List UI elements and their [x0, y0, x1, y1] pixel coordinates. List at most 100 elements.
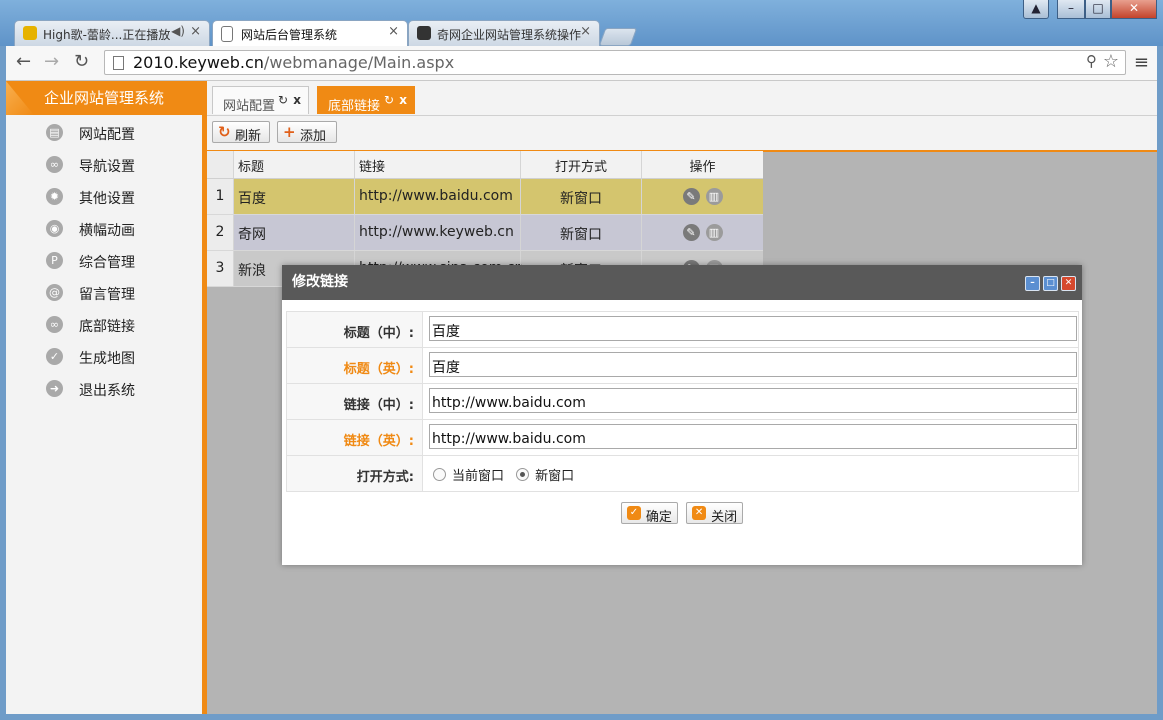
- sidebar-item-label: 其他设置: [79, 191, 135, 207]
- edit-link-dialog: 修改链接 – □ ✕ 标题（中）: 标题（英）: 链接（中）: 链接（英）:: [282, 265, 1082, 565]
- tab-close-icon[interactable]: ×: [580, 24, 591, 39]
- sidebar-item-label: 导航设置: [79, 159, 135, 175]
- sidebar-item-logout[interactable]: ➜ 退出系统: [6, 373, 202, 405]
- link-icon: ∞: [46, 316, 63, 333]
- site-icon: [417, 26, 431, 40]
- row-open-mode: 新窗口: [520, 179, 641, 214]
- open-mode-label: 打开方式:: [287, 456, 423, 491]
- tab-close-icon[interactable]: ×: [388, 24, 399, 39]
- form-row-title-cn: 标题（中）:: [287, 312, 1078, 348]
- col-open-mode[interactable]: 打开方式: [520, 151, 641, 178]
- ok-label: 确定: [645, 510, 672, 525]
- user-icon[interactable]: ▲: [1023, 0, 1049, 19]
- sidebar-item-banner[interactable]: ◉ 横幅动画: [6, 213, 202, 245]
- reload-icon[interactable]: ↻: [74, 51, 89, 72]
- sidebar-item-other-settings[interactable]: ✹ 其他设置: [6, 181, 202, 213]
- close-tab-icon[interactable]: x: [293, 93, 301, 107]
- col-link[interactable]: 链接: [354, 151, 520, 178]
- edit-icon[interactable]: ✎: [682, 224, 700, 241]
- radio-current-window-label[interactable]: 当前窗口: [452, 469, 504, 484]
- link-en-input[interactable]: [429, 424, 1077, 449]
- sidebar-item-nav-settings[interactable]: ∞ 导航设置: [6, 149, 202, 181]
- title-en-label: 标题（英）:: [287, 348, 423, 383]
- admin-page: 企业网站管理系统 ▤ 网站配置 ∞ 导航设置 ✹ 其他设置 ◉ 横幅动画 P 综…: [6, 81, 1157, 714]
- grid-toolbar: ↻ 刷新 + 添加: [207, 116, 1157, 152]
- radio-new-window-label[interactable]: 新窗口: [535, 469, 574, 484]
- tab-label: High歌-蕾龄...正在播放: [43, 28, 171, 42]
- refresh-label: 刷新: [235, 129, 262, 144]
- close-button[interactable]: ✕ 关闭: [686, 502, 744, 525]
- close-tab-icon[interactable]: x: [399, 93, 407, 107]
- new-tab-button[interactable]: [598, 28, 638, 46]
- row-actions: ✎▥: [641, 179, 763, 214]
- sidebar-item-site-config[interactable]: ▤ 网站配置: [6, 117, 202, 149]
- browser-tab-help[interactable]: 奇网企业网站管理系统操作 ×: [408, 20, 600, 46]
- tab-close-icon[interactable]: ×: [190, 24, 201, 39]
- edit-icon[interactable]: ✎: [682, 188, 700, 205]
- browser-toolbar: ← → ↻ 2010.keyweb.cn/webmanage/Main.aspx…: [6, 46, 1157, 81]
- form-row-link-cn: 链接（中）:: [287, 384, 1078, 420]
- gear-icon: ✹: [46, 188, 63, 205]
- close-window-button[interactable]: ✕: [1111, 0, 1157, 19]
- sidebar-item-general[interactable]: P 综合管理: [6, 245, 202, 277]
- config-icon: ▤: [46, 124, 63, 141]
- dialog-header[interactable]: 修改链接 – □ ✕: [282, 265, 1082, 300]
- camera-icon: ◉: [46, 220, 63, 237]
- link-cn-label: 链接（中）:: [287, 384, 423, 419]
- refresh-icon: ↻: [218, 123, 231, 141]
- plus-icon: +: [283, 123, 296, 141]
- sidebar-item-label: 底部链接: [79, 319, 135, 335]
- sidebar-item-sitemap[interactable]: ✓ 生成地图: [6, 341, 202, 373]
- back-icon[interactable]: ←: [16, 51, 31, 72]
- minimize-button[interactable]: –: [1057, 0, 1085, 19]
- browser-tab-music[interactable]: High歌-蕾龄...正在播放 ◀) ×: [14, 20, 210, 46]
- title-cn-label: 标题（中）:: [287, 312, 423, 347]
- row-link: http://www.keyweb.cn: [354, 215, 520, 250]
- refresh-tab-icon[interactable]: ↻: [278, 93, 288, 107]
- sidebar-item-footer-links[interactable]: ∞ 底部链接: [6, 309, 202, 341]
- delete-icon[interactable]: ▥: [705, 224, 723, 241]
- dialog-title: 修改链接: [292, 274, 348, 290]
- refresh-button[interactable]: ↻ 刷新: [212, 121, 270, 144]
- radio-current-window[interactable]: [433, 468, 446, 481]
- dialog-maximize-button[interactable]: □: [1043, 276, 1058, 291]
- tab-footer-links[interactable]: 底部链接 ↻ x: [317, 86, 415, 114]
- title-en-input[interactable]: [429, 352, 1077, 377]
- tab-site-config[interactable]: 网站配置 ↻ x: [212, 86, 309, 114]
- col-title[interactable]: 标题: [233, 151, 354, 178]
- close-icon: ✕: [692, 506, 707, 520]
- delete-icon[interactable]: ▥: [705, 188, 723, 205]
- row-number: 2: [207, 215, 233, 250]
- col-actions: 操作: [641, 151, 763, 178]
- bookmark-star-icon[interactable]: ☆: [1103, 51, 1119, 72]
- sidebar-item-label: 网站配置: [79, 127, 135, 143]
- row-title: 百度: [233, 179, 354, 214]
- radio-new-window[interactable]: [516, 468, 530, 481]
- ok-button[interactable]: ✓ 确定: [620, 502, 678, 525]
- row-number: 3: [207, 251, 233, 286]
- address-bar[interactable]: 2010.keyweb.cn/webmanage/Main.aspx ⚲ ☆: [104, 50, 1126, 75]
- sidebar: 企业网站管理系统 ▤ 网站配置 ∞ 导航设置 ✹ 其他设置 ◉ 横幅动画 P 综…: [6, 81, 207, 714]
- link-en-label: 链接（英）:: [287, 420, 423, 455]
- sidebar-item-messages[interactable]: @ 留言管理: [6, 277, 202, 309]
- sidebar-item-label: 退出系统: [79, 383, 135, 399]
- forward-icon[interactable]: →: [44, 51, 59, 72]
- maximize-button[interactable]: □: [1085, 0, 1111, 19]
- add-button[interactable]: + 添加: [277, 121, 337, 144]
- title-cn-input[interactable]: [429, 316, 1077, 341]
- row-open-mode: 新窗口: [520, 215, 641, 250]
- table-header: 标题 链接 打开方式 操作: [207, 151, 763, 179]
- at-icon: @: [46, 284, 63, 301]
- menu-icon[interactable]: ≡: [1134, 52, 1149, 73]
- link-icon: ∞: [46, 156, 63, 173]
- browser-tab-admin[interactable]: 网站后台管理系统 ×: [212, 20, 408, 46]
- table-row[interactable]: 2 奇网 http://www.keyweb.cn 新窗口 ✎ ▥: [207, 215, 763, 251]
- dialog-minimize-button[interactable]: –: [1025, 276, 1040, 291]
- window-bottom-border: [0, 714, 1163, 720]
- key-icon[interactable]: ⚲: [1086, 52, 1097, 70]
- refresh-tab-icon[interactable]: ↻: [384, 93, 394, 107]
- table-row[interactable]: 1 百度 http://www.baidu.com 新窗口 ✎ ▥: [207, 179, 763, 215]
- link-cn-input[interactable]: [429, 388, 1077, 413]
- browser-titlebar: High歌-蕾龄...正在播放 ◀) × 网站后台管理系统 × 奇网企业网站管理…: [0, 0, 1163, 46]
- dialog-close-button[interactable]: ✕: [1061, 276, 1076, 291]
